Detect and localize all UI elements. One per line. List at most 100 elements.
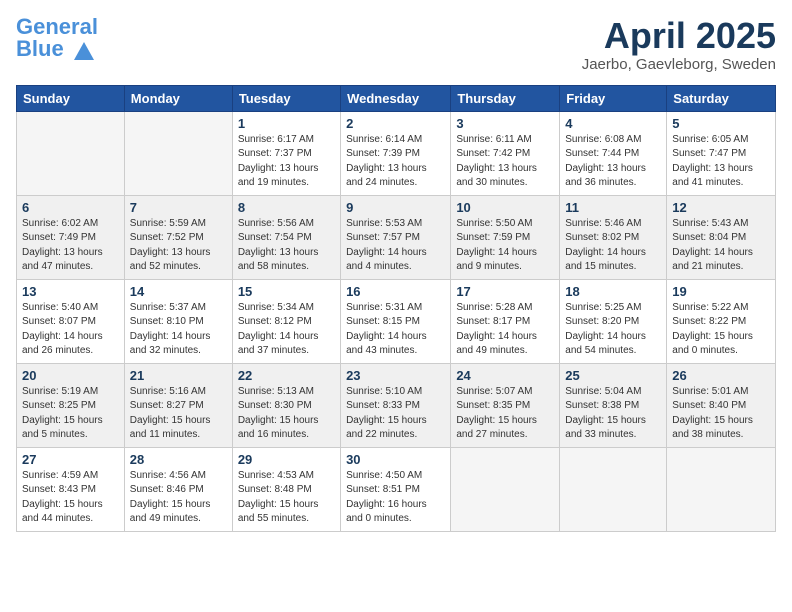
calendar-day-cell: 3Sunrise: 6:11 AM Sunset: 7:42 PM Daylig… [451,111,560,195]
calendar-day-cell: 2 Sunrise: 6:14 AM Sunset: 7:39 PM Daylig… [341,111,451,195]
day-number: 7 [130,200,227,215]
calendar-day-cell: 22 Sunrise: 5:13 AM Sunset: 8:30 PM Dayli… [232,363,340,447]
day-info: Sunrise: 5:40 AM Sunset: 8:07 PM Dayligh… [22,301,119,359]
calendar-day-cell: 15 Sunrise: 5:34 AM Sunset: 8:12 PM Dayli… [232,279,340,363]
day-number: 19 [672,284,770,299]
location: Jaerbo, Gaevleborg, Sweden [582,56,776,73]
day-info: Sunrise: 5:43 AM Sunset: 8:04 PM Dayligh… [672,217,770,275]
calendar-day-cell [667,447,776,531]
day-info: Sunrise: 5:07 AM Sunset: 8:35 PM Dayligh… [456,385,554,443]
day-info: Sunrise: 4:50 AM Sunset: 8:51 PM Dayligh… [346,469,445,527]
day-number: 10 [456,200,554,215]
day-number: 4 [565,116,661,131]
day-info: Sunrise: 5:34 AM Sunset: 8:12 PM Dayligh… [238,301,335,359]
col-saturday: Saturday [667,85,776,111]
col-wednesday: Wednesday [341,85,451,111]
day-info: Sunrise: 5:59 AM Sunset: 7:52 PM Dayligh… [130,217,227,275]
calendar-day-cell: 23 Sunrise: 5:10 AM Sunset: 8:33 PM Dayli… [341,363,451,447]
day-number: 1 [238,116,335,131]
day-number: 16 [346,284,445,299]
calendar-day-cell: 8Sunrise: 5:56 AM Sunset: 7:54 PM Daylig… [232,195,340,279]
calendar-week-row: 6 Sunrise: 6:02 AM Sunset: 7:49 PM Daylig… [17,195,776,279]
day-number: 22 [238,368,335,383]
calendar-day-cell: 6 Sunrise: 6:02 AM Sunset: 7:49 PM Daylig… [17,195,125,279]
day-info: Sunrise: 4:53 AM Sunset: 8:48 PM Dayligh… [238,469,335,527]
calendar-day-cell: 29 Sunrise: 4:53 AM Sunset: 8:48 PM Dayli… [232,447,340,531]
day-info: Sunrise: 5:01 AM Sunset: 8:40 PM Dayligh… [672,385,770,443]
calendar-day-cell: 7 Sunrise: 5:59 AM Sunset: 7:52 PM Daylig… [124,195,232,279]
day-number: 15 [238,284,335,299]
day-number: 3 [456,116,554,131]
col-tuesday: Tuesday [232,85,340,111]
calendar-day-cell: 17 Sunrise: 5:28 AM Sunset: 8:17 PM Dayli… [451,279,560,363]
month-title: April 2025 [582,16,776,56]
day-info: Sunrise: 5:22 AM Sunset: 8:22 PM Dayligh… [672,301,770,359]
calendar-day-cell: 14 Sunrise: 5:37 AM Sunset: 8:10 PM Dayli… [124,279,232,363]
day-number: 5 [672,116,770,131]
calendar-day-cell: 27 Sunrise: 4:59 AM Sunset: 8:43 PM Dayli… [17,447,125,531]
day-info: Sunrise: 4:56 AM Sunset: 8:46 PM Dayligh… [130,469,227,527]
calendar-day-cell: 30 Sunrise: 4:50 AM Sunset: 8:51 PM Dayli… [341,447,451,531]
calendar-day-cell: 28 Sunrise: 4:56 AM Sunset: 8:46 PM Dayli… [124,447,232,531]
calendar-day-cell: 13 Sunrise: 5:40 AM Sunset: 8:07 PM Dayli… [17,279,125,363]
day-number: 25 [565,368,661,383]
calendar-day-cell: 21Sunrise: 5:16 AM Sunset: 8:27 PM Dayli… [124,363,232,447]
day-number: 20 [22,368,119,383]
calendar-table: Sunday Monday Tuesday Wednesday Thursday… [16,85,776,532]
col-friday: Friday [560,85,667,111]
calendar-day-cell [560,447,667,531]
day-number: 30 [346,452,445,467]
day-info: Sunrise: 5:46 AM Sunset: 8:02 PM Dayligh… [565,217,661,275]
day-info: Sunrise: 5:25 AM Sunset: 8:20 PM Dayligh… [565,301,661,359]
calendar-day-cell: 9 Sunrise: 5:53 AM Sunset: 7:57 PM Daylig… [341,195,451,279]
page-header: General Blue April 2025 Jaerbo, Gaevlebo… [16,16,776,73]
day-info: Sunrise: 5:28 AM Sunset: 8:17 PM Dayligh… [456,301,554,359]
day-info: Sunrise: 4:59 AM Sunset: 8:43 PM Dayligh… [22,469,119,527]
day-number: 11 [565,200,661,215]
day-info: Sunrise: 5:13 AM Sunset: 8:30 PM Dayligh… [238,385,335,443]
calendar-day-cell: 11 Sunrise: 5:46 AM Sunset: 8:02 PM Dayli… [560,195,667,279]
day-number: 14 [130,284,227,299]
day-number: 17 [456,284,554,299]
day-number: 18 [565,284,661,299]
calendar-day-cell: 26Sunrise: 5:01 AM Sunset: 8:40 PM Dayli… [667,363,776,447]
calendar-week-row: 27 Sunrise: 4:59 AM Sunset: 8:43 PM Dayli… [17,447,776,531]
day-number: 8 [238,200,335,215]
day-number: 6 [22,200,119,215]
col-sunday: Sunday [17,85,125,111]
day-number: 23 [346,368,445,383]
calendar-day-cell: 18 Sunrise: 5:25 AM Sunset: 8:20 PM Dayli… [560,279,667,363]
day-number: 27 [22,452,119,467]
day-info: Sunrise: 5:50 AM Sunset: 7:59 PM Dayligh… [456,217,554,275]
calendar-day-cell: 4Sunrise: 6:08 AM Sunset: 7:44 PM Daylig… [560,111,667,195]
calendar-day-cell [17,111,125,195]
calendar-day-cell: 25Sunrise: 5:04 AM Sunset: 8:38 PM Dayli… [560,363,667,447]
calendar-day-cell [124,111,232,195]
col-thursday: Thursday [451,85,560,111]
calendar-day-cell: 24 Sunrise: 5:07 AM Sunset: 8:35 PM Dayli… [451,363,560,447]
day-info: Sunrise: 6:14 AM Sunset: 7:39 PM Dayligh… [346,133,445,191]
col-monday: Monday [124,85,232,111]
day-number: 12 [672,200,770,215]
day-number: 29 [238,452,335,467]
day-info: Sunrise: 6:17 AM Sunset: 7:37 PM Dayligh… [238,133,335,191]
day-info: Sunrise: 5:19 AM Sunset: 8:25 PM Dayligh… [22,385,119,443]
day-number: 2 [346,116,445,131]
calendar-week-row: 13 Sunrise: 5:40 AM Sunset: 8:07 PM Dayli… [17,279,776,363]
day-info: Sunrise: 5:37 AM Sunset: 8:10 PM Dayligh… [130,301,227,359]
day-info: Sunrise: 5:10 AM Sunset: 8:33 PM Dayligh… [346,385,445,443]
logo: General Blue [16,16,98,60]
calendar-week-row: 20 Sunrise: 5:19 AM Sunset: 8:25 PM Dayli… [17,363,776,447]
day-number: 24 [456,368,554,383]
calendar-header-row: Sunday Monday Tuesday Wednesday Thursday… [17,85,776,111]
title-block: April 2025 Jaerbo, Gaevleborg, Sweden [582,16,776,73]
calendar-day-cell: 10 Sunrise: 5:50 AM Sunset: 7:59 PM Dayli… [451,195,560,279]
calendar-day-cell: 12 Sunrise: 5:43 AM Sunset: 8:04 PM Dayli… [667,195,776,279]
logo-blue: Blue [16,36,64,61]
day-number: 9 [346,200,445,215]
day-info: Sunrise: 6:02 AM Sunset: 7:49 PM Dayligh… [22,217,119,275]
day-number: 13 [22,284,119,299]
day-number: 21 [130,368,227,383]
day-info: Sunrise: 5:53 AM Sunset: 7:57 PM Dayligh… [346,217,445,275]
day-number: 28 [130,452,227,467]
